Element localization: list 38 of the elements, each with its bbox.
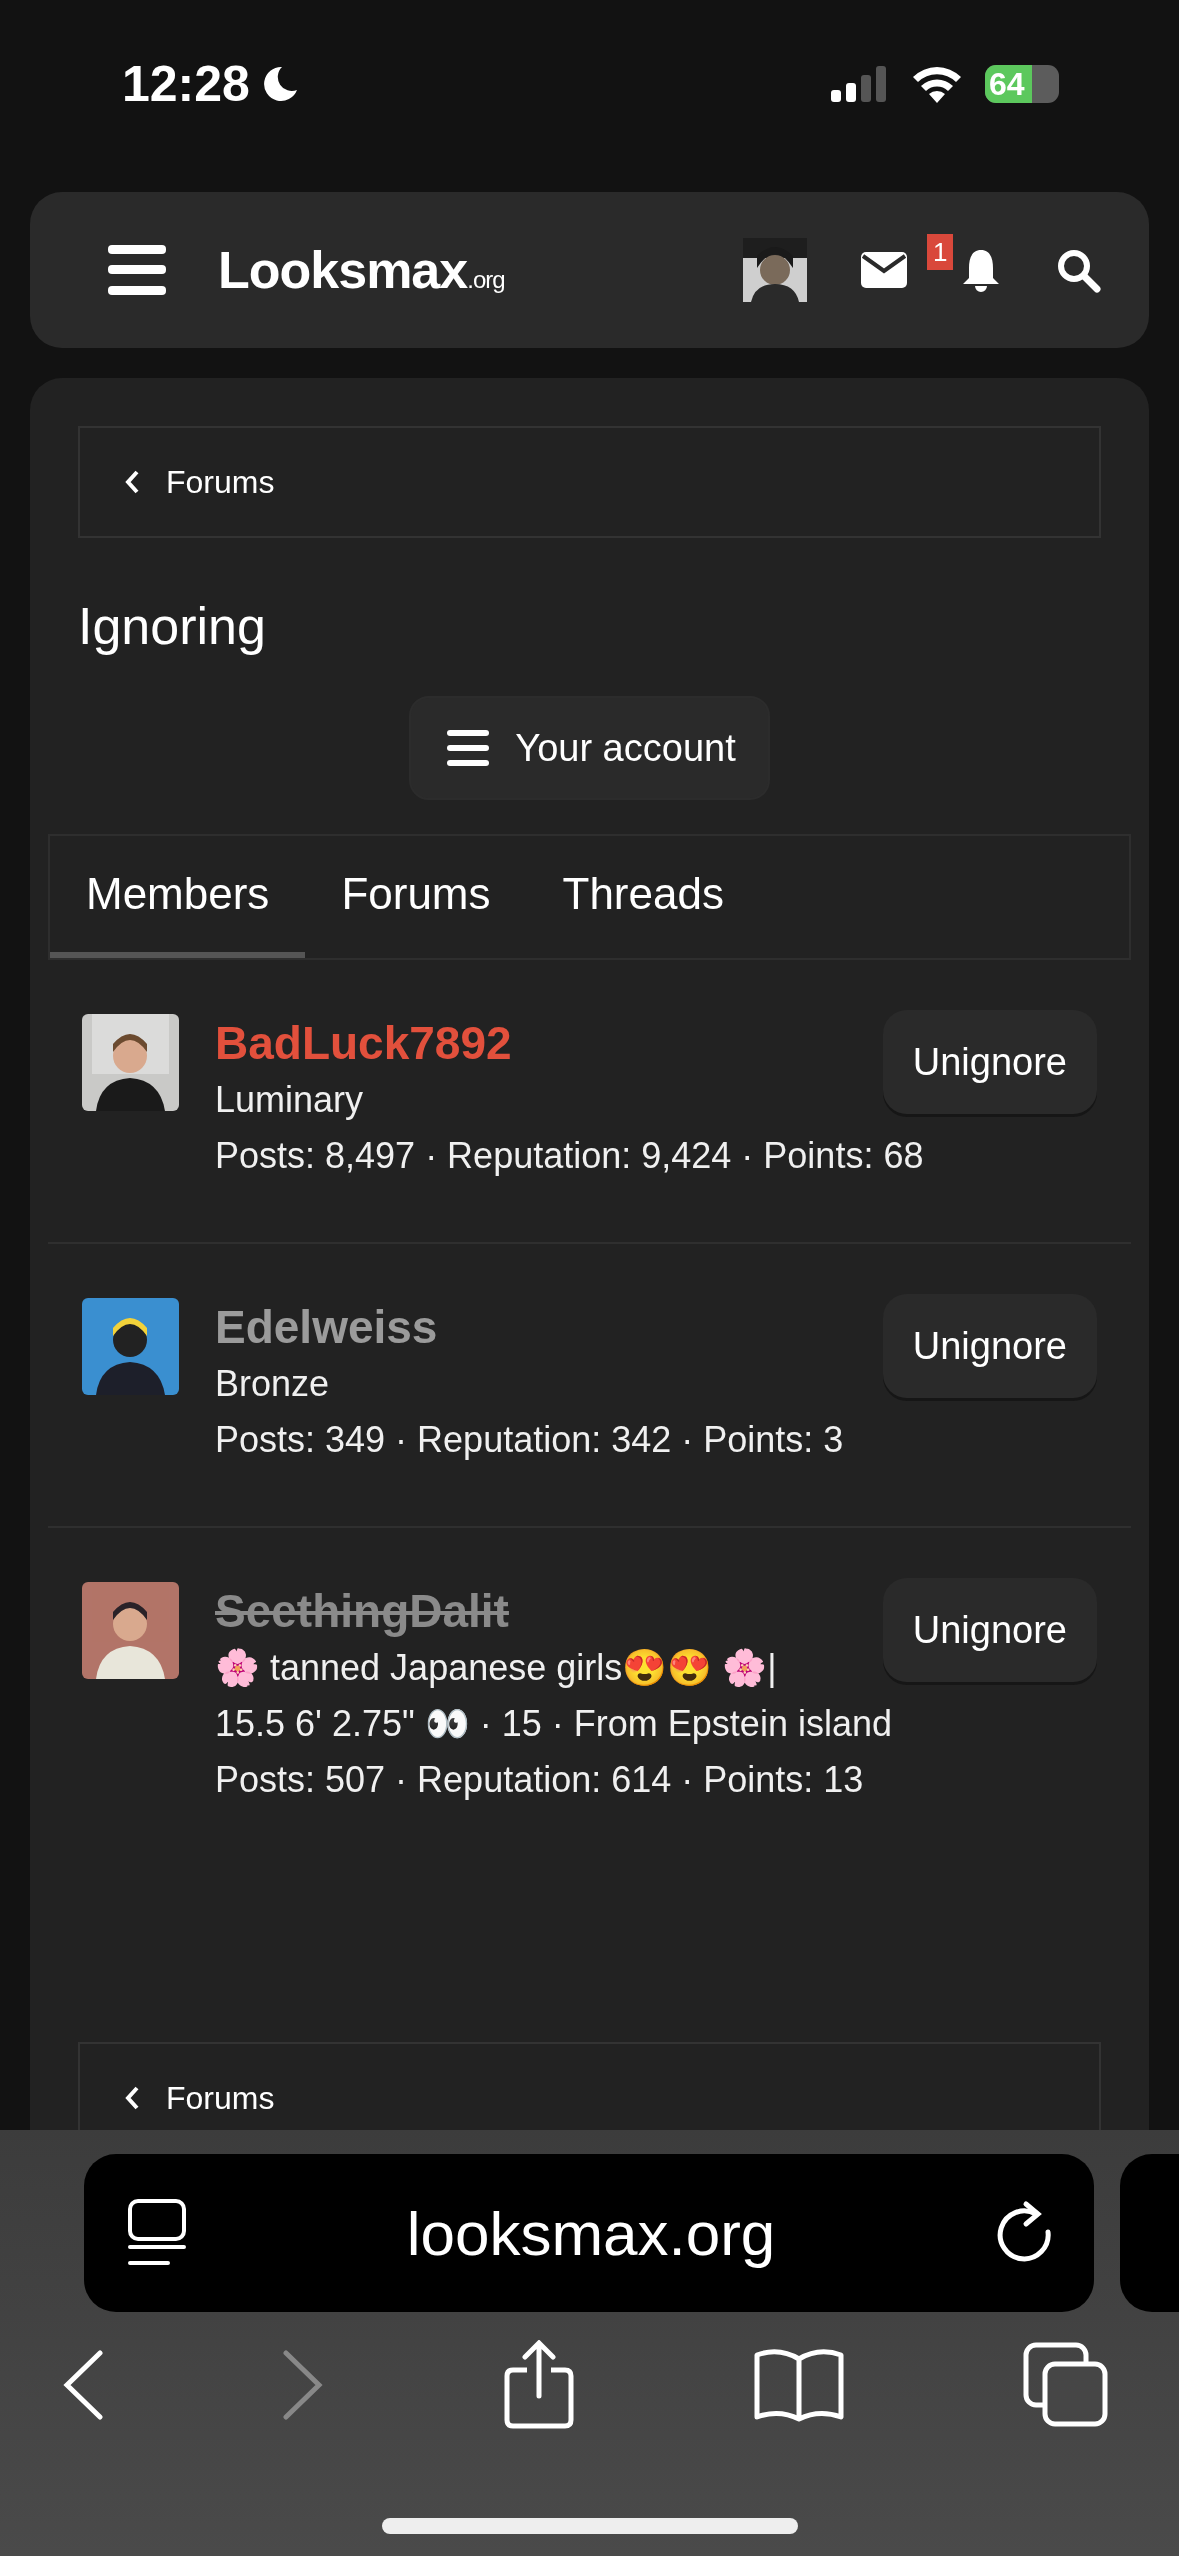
status-time: 12:28: [122, 55, 250, 113]
notification-badge: 1: [927, 234, 954, 270]
breadcrumb-link[interactable]: Forums: [78, 426, 1101, 538]
signal-icon: [831, 66, 889, 102]
member-stats: Posts: 507 · Reputation: 614 · Points: 13: [215, 1758, 864, 1802]
member-name[interactable]: BadLuck7892: [215, 1014, 512, 1072]
tab[interactable]: Forums: [305, 836, 527, 958]
chevron-left-icon: [124, 469, 140, 495]
member-info: 15.5 6' 2.75" 👀 · 15 · From Epstein island: [215, 1702, 892, 1746]
account-menu-button[interactable]: Your account: [409, 696, 770, 800]
unignore-button[interactable]: Unignore: [882, 1010, 1097, 1114]
site-logo[interactable]: Looksmax.org: [218, 240, 505, 300]
member-title: Bronze: [215, 1362, 330, 1406]
chevron-left-icon: [124, 2085, 140, 2111]
search-icon[interactable]: [1055, 247, 1101, 293]
back-icon[interactable]: [62, 2350, 104, 2420]
member-title: Luminary: [215, 1078, 364, 1122]
wifi-icon: [911, 65, 963, 103]
page-menu-icon: [128, 2199, 186, 2267]
member-stats: Posts: 349 · Reputation: 342 · Points: 3: [215, 1418, 844, 1462]
mail-icon[interactable]: [861, 252, 907, 288]
member-title: 🌸 tanned Japanese girls😍😍 🌸|: [215, 1646, 777, 1690]
menu-icon[interactable]: [108, 245, 166, 295]
page-title: Ignoring: [78, 596, 267, 656]
menu-icon: [447, 730, 490, 766]
member-stats: Posts: 8,497 · Reputation: 9,424 · Points: 68: [215, 1134, 924, 1178]
tab[interactable]: Members: [50, 836, 306, 958]
bell-icon[interactable]: [961, 248, 1001, 292]
tabs-icon[interactable]: [1023, 2342, 1109, 2428]
share-icon[interactable]: [502, 2340, 575, 2430]
unignore-button[interactable]: Unignore: [882, 1578, 1097, 1682]
address-bar[interactable]: looksmax.org: [84, 2154, 1094, 2312]
member-name[interactable]: SeethingDalit: [215, 1582, 509, 1640]
tab[interactable]: Threads: [526, 836, 760, 958]
battery-icon: 64: [985, 65, 1059, 103]
unignore-button[interactable]: Unignore: [882, 1294, 1097, 1398]
bookmarks-icon[interactable]: [752, 2347, 845, 2423]
member-name[interactable]: Edelweiss: [215, 1298, 438, 1356]
